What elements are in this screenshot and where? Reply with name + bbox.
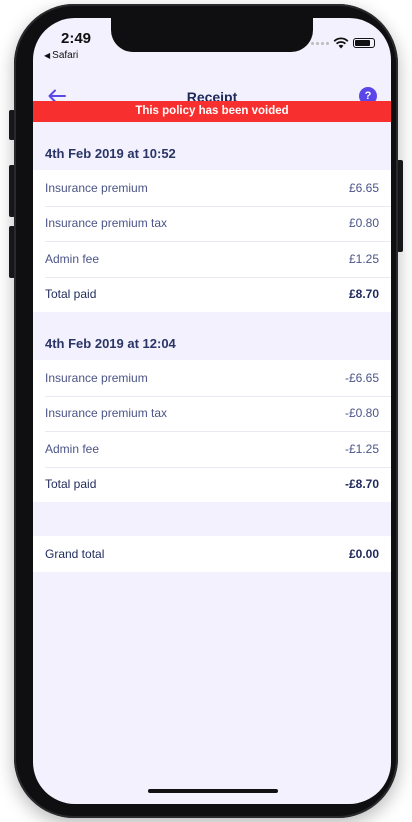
line-item: Admin fee £1.25: [33, 241, 391, 277]
transaction-date: 4th Feb 2019 at 12:04: [45, 336, 176, 351]
back-to-app-label: Safari: [52, 50, 79, 61]
total-value: -£8.70: [344, 477, 379, 492]
back-triangle-icon: ◀: [44, 51, 51, 60]
notch: [111, 18, 313, 52]
home-indicator[interactable]: [148, 789, 278, 793]
total-label: Total paid: [45, 477, 97, 492]
line-item-value: £0.80: [348, 216, 379, 231]
line-item: Insurance premium -£6.65: [33, 360, 391, 396]
grand-total-label: Grand total: [45, 546, 105, 561]
total-row: Total paid -£8.70: [33, 466, 391, 503]
line-item-value: -£6.65: [344, 370, 379, 385]
line-item: Insurance premium tax -£0.80: [33, 395, 391, 432]
line-item: Insurance premium £6.65: [33, 170, 391, 206]
screen: 2:49 ◀ Safari Receipt ? This policy has …: [33, 18, 391, 804]
line-item-value: -£0.80: [344, 406, 379, 421]
line-item: Admin fee -£1.25: [33, 431, 391, 467]
transaction-rows: Insurance premium £6.65 Insurance premiu…: [33, 170, 391, 312]
voided-banner: This policy has been voided: [33, 101, 391, 122]
battery-icon: [353, 38, 375, 48]
line-item-label: Insurance premium: [45, 370, 148, 385]
grand-total-section: Grand total £0.00: [33, 536, 391, 572]
line-item-value: £6.65: [348, 180, 379, 195]
back-to-app[interactable]: ◀ Safari: [44, 50, 78, 61]
transaction-rows: Insurance premium -£6.65 Insurance premi…: [33, 360, 391, 502]
line-item-value: -£1.25: [344, 441, 379, 456]
total-label: Total paid: [45, 287, 97, 302]
transaction-date: 4th Feb 2019 at 10:52: [45, 146, 176, 161]
receipt-content: 4th Feb 2019 at 10:52 Insurance premium …: [33, 122, 391, 572]
line-item-label: Insurance premium: [45, 180, 148, 195]
total-value: £8.70: [348, 287, 379, 302]
grand-total-row: Grand total £0.00: [33, 536, 391, 572]
line-item-label: Insurance premium tax: [45, 406, 168, 421]
line-item-label: Insurance premium tax: [45, 216, 168, 231]
line-item-label: Admin fee: [45, 441, 100, 456]
total-row: Total paid £8.70: [33, 276, 391, 313]
wifi-icon: [333, 37, 349, 49]
line-item-value: £1.25: [348, 251, 379, 266]
status-indicators: [311, 37, 375, 49]
line-item-label: Admin fee: [45, 251, 100, 266]
signal-icon: [311, 41, 329, 45]
line-item: Insurance premium tax £0.80: [33, 205, 391, 242]
status-time: 2:49: [61, 30, 92, 47]
grand-total-value: £0.00: [348, 546, 379, 561]
